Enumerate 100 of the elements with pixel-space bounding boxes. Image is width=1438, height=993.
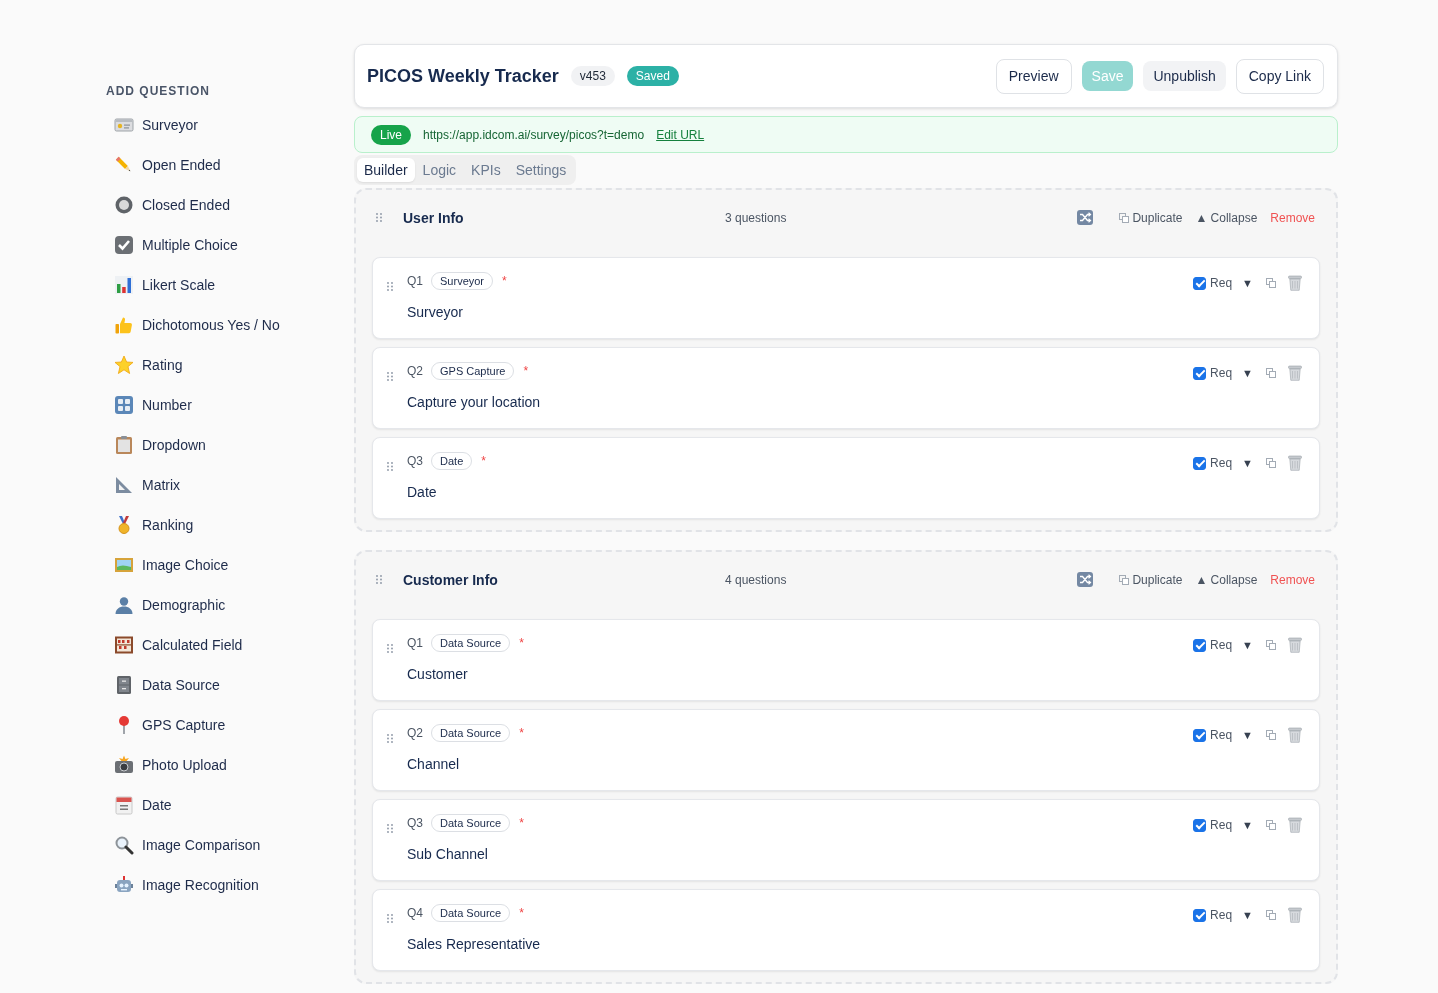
question-count: 3 questions <box>725 210 787 225</box>
star-icon <box>114 355 134 375</box>
unpublish-button[interactable]: Unpublish <box>1143 61 1226 91</box>
tab[interactable]: Logic <box>415 158 464 182</box>
survey-title: PICOS Weekly Tracker <box>367 65 559 87</box>
question-type-button[interactable]: Ranking <box>106 505 202 545</box>
expand-toggle[interactable]: ▼ <box>1242 729 1253 741</box>
person-silhouette-icon <box>114 595 134 615</box>
duplicate-button[interactable]: Duplicate <box>1106 210 1183 225</box>
keypad-icon <box>114 395 134 415</box>
trash-icon[interactable] <box>1288 817 1302 833</box>
required-label: Req <box>1210 276 1233 290</box>
edit-url-link[interactable]: Edit URL <box>656 127 705 142</box>
question-type-button[interactable]: Rating <box>106 345 191 385</box>
survey-url: https://app.idcom.ai/survey/picos?t=demo <box>423 127 645 142</box>
question-number: Q1 <box>407 274 423 288</box>
copy-icon[interactable] <box>1266 820 1276 830</box>
copy-icon[interactable] <box>1266 910 1276 920</box>
required-checkbox[interactable] <box>1193 728 1207 742</box>
required-asterisk: * <box>519 906 524 920</box>
required-checkbox[interactable] <box>1193 818 1207 832</box>
trash-icon[interactable] <box>1288 907 1302 923</box>
question-type-button[interactable]: Closed Ended <box>106 185 238 225</box>
live-badge: Live <box>371 124 411 145</box>
preview-button[interactable]: Preview <box>995 58 1072 94</box>
question-type-button[interactable]: Demographic <box>106 585 234 625</box>
shuffle-icon[interactable] <box>1077 210 1094 225</box>
question-type-button[interactable]: Date <box>106 785 180 825</box>
question-type-button[interactable]: Photo Upload <box>106 745 235 785</box>
question-type-button[interactable]: Image Recognition <box>106 865 267 905</box>
collapse-button[interactable]: ▲ Collapse <box>1195 572 1258 587</box>
drag-handle-icon[interactable] <box>387 462 393 471</box>
required-label: Req <box>1210 366 1233 380</box>
drag-handle-icon[interactable] <box>376 575 382 584</box>
drag-handle-icon[interactable] <box>387 914 393 923</box>
copy-icon[interactable] <box>1266 458 1276 468</box>
calendar-icon <box>114 795 134 815</box>
clipboard-icon <box>114 435 134 455</box>
trash-icon[interactable] <box>1288 727 1302 743</box>
question-type-button[interactable]: Data Source <box>106 665 228 705</box>
collapse-button[interactable]: ▲ Collapse <box>1195 210 1258 225</box>
expand-toggle[interactable]: ▼ <box>1242 639 1253 651</box>
required-label: Req <box>1210 456 1233 470</box>
trash-icon[interactable] <box>1288 637 1302 653</box>
question-type-button[interactable]: Image Choice <box>106 545 237 585</box>
tab[interactable]: Settings <box>508 158 574 182</box>
question-type-button[interactable]: Surveyor <box>106 105 207 145</box>
magnifier-icon <box>114 835 134 855</box>
expand-toggle[interactable]: ▼ <box>1242 457 1253 469</box>
expand-toggle[interactable]: ▼ <box>1242 367 1253 379</box>
required-asterisk: * <box>519 636 524 650</box>
copy-icon <box>1119 574 1130 585</box>
copy-icon[interactable] <box>1266 640 1276 650</box>
copy-icon <box>1119 212 1130 223</box>
drag-handle-icon[interactable] <box>387 282 393 291</box>
drag-handle-icon[interactable] <box>387 372 393 381</box>
question-title: Customer <box>407 665 469 684</box>
drag-handle-icon[interactable] <box>376 213 382 222</box>
question-type-button[interactable]: Multiple Choice <box>106 225 246 265</box>
copy-icon[interactable] <box>1266 368 1276 378</box>
drag-handle-icon[interactable] <box>387 734 393 743</box>
question-type-button[interactable]: Matrix <box>106 465 189 505</box>
expand-toggle[interactable]: ▼ <box>1242 819 1253 831</box>
copy-link-button[interactable]: Copy Link <box>1235 58 1324 94</box>
duplicate-button[interactable]: Duplicate <box>1106 572 1183 587</box>
shuffle-icon[interactable] <box>1077 572 1094 587</box>
drag-handle-icon[interactable] <box>387 644 393 653</box>
expand-toggle[interactable]: ▼ <box>1242 909 1253 921</box>
copy-icon[interactable] <box>1266 278 1276 288</box>
question-number: Q2 <box>407 726 423 740</box>
required-checkbox[interactable] <box>1193 366 1207 380</box>
id-card-icon <box>114 115 134 135</box>
required-checkbox[interactable] <box>1193 638 1207 652</box>
question-number: Q3 <box>407 454 423 468</box>
expand-toggle[interactable]: ▼ <box>1242 277 1253 289</box>
required-label: Req <box>1210 818 1233 832</box>
trash-icon[interactable] <box>1288 365 1302 381</box>
required-checkbox[interactable] <box>1193 456 1207 470</box>
question-number: Q2 <box>407 364 423 378</box>
section-title: Customer Info <box>403 571 499 588</box>
tab[interactable]: Builder <box>357 158 415 182</box>
question-type-button[interactable]: Likert Scale <box>106 265 224 305</box>
camera-icon <box>114 755 134 775</box>
trash-icon[interactable] <box>1288 455 1302 471</box>
question-type-button[interactable]: Dropdown <box>106 425 214 465</box>
question-type-button[interactable]: GPS Capture <box>106 705 234 745</box>
question-type-button[interactable]: Calculated Field <box>106 625 251 665</box>
required-checkbox[interactable] <box>1193 908 1207 922</box>
file-cabinet-icon <box>114 675 134 695</box>
question-type-button[interactable]: Number <box>106 385 200 425</box>
drag-handle-icon[interactable] <box>387 824 393 833</box>
question-type-button[interactable]: Image Comparison <box>106 825 269 865</box>
copy-icon[interactable] <box>1266 730 1276 740</box>
required-asterisk: * <box>519 726 524 740</box>
tab[interactable]: KPIs <box>464 158 508 182</box>
question-type-button[interactable]: Open Ended <box>106 145 229 185</box>
required-checkbox[interactable] <box>1193 276 1207 290</box>
question-title: Date <box>407 483 438 502</box>
trash-icon[interactable] <box>1288 275 1302 291</box>
question-type-button[interactable]: Dichotomous Yes / No <box>106 305 288 345</box>
